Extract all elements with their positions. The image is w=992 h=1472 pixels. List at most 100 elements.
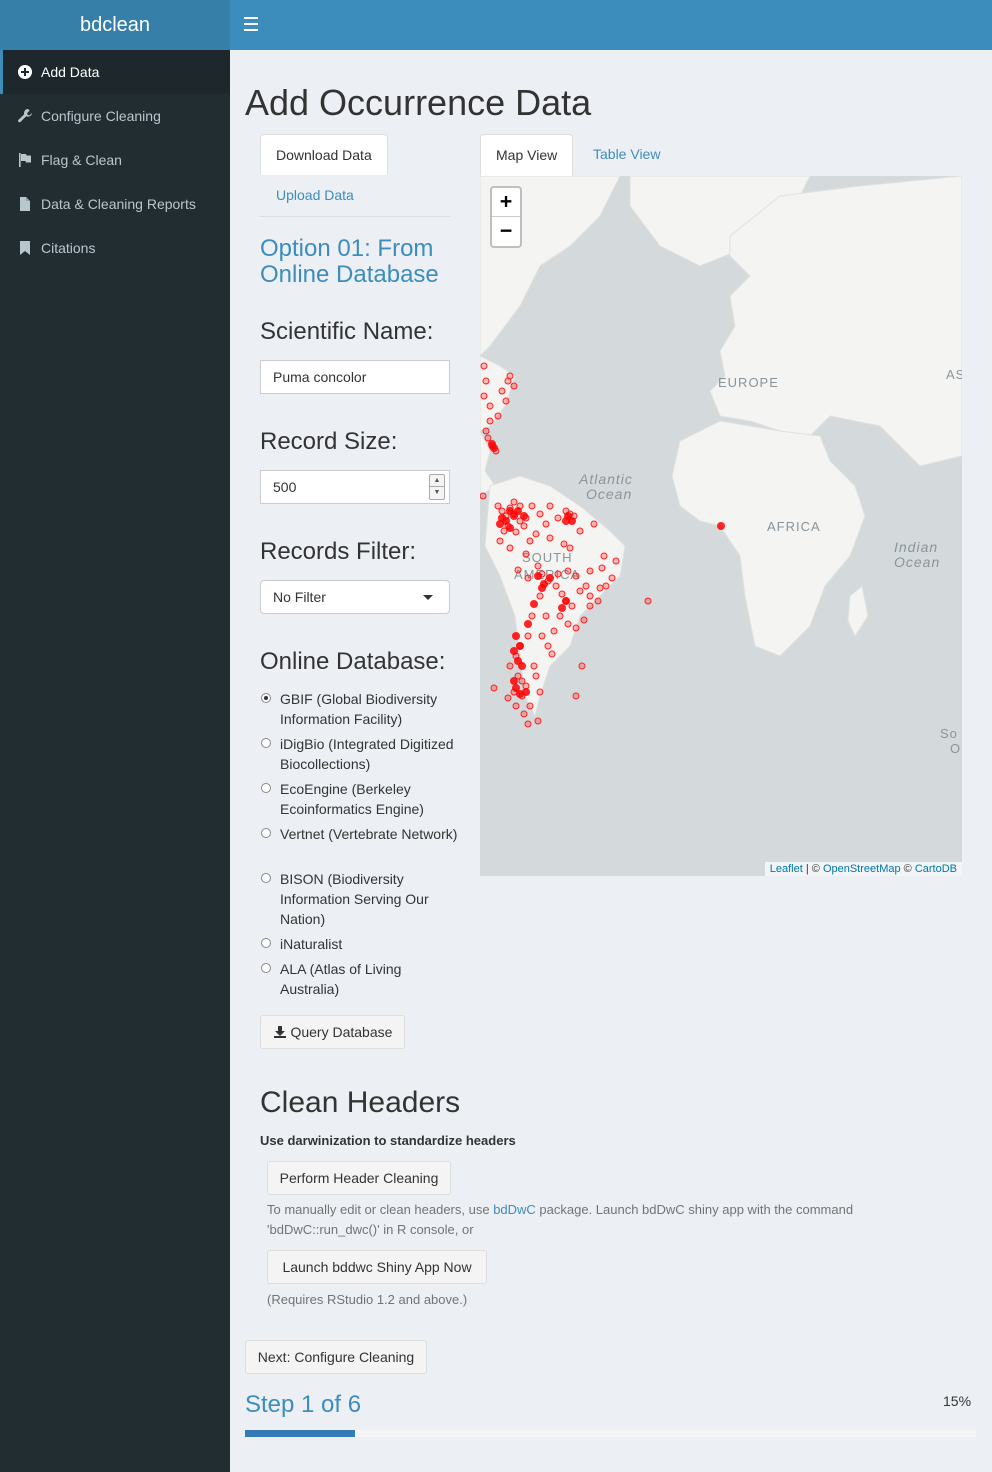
occurrence-marker[interactable] bbox=[506, 544, 514, 552]
occurrence-marker[interactable] bbox=[602, 582, 610, 590]
occurrence-marker[interactable] bbox=[546, 502, 554, 510]
occurrence-marker[interactable] bbox=[520, 710, 528, 718]
occurrence-marker[interactable] bbox=[538, 584, 546, 592]
occurrence-marker[interactable] bbox=[564, 567, 572, 575]
occurrence-marker[interactable] bbox=[510, 498, 518, 506]
sidebar-item-add-data[interactable]: Add Data bbox=[0, 50, 230, 94]
occurrence-marker[interactable] bbox=[532, 530, 540, 538]
record-size-input[interactable]: 500 ▲ ▼ bbox=[260, 470, 450, 504]
occurrence-marker[interactable] bbox=[532, 672, 540, 680]
occurrence-marker[interactable] bbox=[506, 372, 514, 380]
occurrence-marker[interactable] bbox=[538, 632, 546, 640]
occurrence-marker[interactable] bbox=[526, 702, 534, 710]
occurrence-marker[interactable] bbox=[500, 527, 508, 535]
occurrence-marker[interactable] bbox=[562, 517, 570, 525]
occurrence-marker[interactable] bbox=[596, 584, 604, 592]
sidebar-item-flag-clean[interactable]: Flag & Clean bbox=[0, 138, 230, 182]
occurrence-marker[interactable] bbox=[528, 502, 536, 510]
spin-up-icon[interactable]: ▲ bbox=[430, 475, 444, 487]
occurrence-marker[interactable] bbox=[534, 717, 542, 725]
occurrence-marker[interactable] bbox=[486, 402, 494, 410]
occurrence-marker[interactable] bbox=[522, 550, 530, 558]
occurrence-marker[interactable] bbox=[530, 600, 538, 608]
occurrence-marker[interactable] bbox=[572, 572, 580, 580]
occurrence-marker[interactable] bbox=[594, 597, 602, 605]
map-canvas[interactable]: EUROPE Atlantic Ocean AFRICA SOUTH AMERI… bbox=[480, 176, 962, 876]
occurrence-marker[interactable] bbox=[512, 702, 520, 710]
occurrence-marker[interactable] bbox=[510, 382, 518, 390]
radio-idigbio[interactable]: iDigBio (Integrated Digitized Biocollect… bbox=[260, 734, 460, 774]
occurrence-marker[interactable] bbox=[598, 564, 606, 572]
occurrence-marker[interactable] bbox=[534, 572, 542, 580]
occurrence-marker[interactable] bbox=[520, 512, 528, 520]
occurrence-marker[interactable] bbox=[528, 612, 536, 620]
radio-ecoengine[interactable]: EcoEngine (Berkeley Ecoinformatics Engin… bbox=[260, 779, 460, 819]
radio-gbif[interactable]: GBIF (Global Biodiversity Information Fa… bbox=[260, 689, 460, 729]
occurrence-marker[interactable] bbox=[562, 597, 570, 605]
launch-shiny-app-button[interactable]: Launch bddwc Shiny App Now bbox=[267, 1250, 487, 1284]
occurrence-marker[interactable] bbox=[546, 534, 554, 542]
occurrence-marker[interactable] bbox=[498, 514, 506, 522]
perform-header-cleaning-button[interactable]: Perform Header Cleaning bbox=[267, 1161, 451, 1195]
occurrence-marker[interactable] bbox=[482, 427, 490, 435]
occurrence-marker[interactable] bbox=[522, 688, 530, 696]
occurrence-marker[interactable] bbox=[572, 692, 580, 700]
occurrence-marker[interactable] bbox=[506, 662, 514, 670]
records-filter-select[interactable]: No Filter bbox=[260, 580, 450, 614]
openstreetmap-link[interactable]: OpenStreetMap bbox=[823, 863, 901, 875]
occurrence-marker[interactable] bbox=[542, 520, 550, 528]
occurrence-marker[interactable] bbox=[498, 387, 506, 395]
occurrence-marker[interactable] bbox=[578, 662, 586, 670]
occurrence-marker[interactable] bbox=[544, 642, 552, 650]
zoom-in-button[interactable]: + bbox=[492, 188, 520, 217]
spin-down-icon[interactable]: ▼ bbox=[430, 487, 444, 499]
radio-icon[interactable] bbox=[261, 828, 271, 838]
occurrence-marker[interactable] bbox=[560, 540, 568, 548]
occurrence-marker[interactable] bbox=[530, 662, 538, 670]
occurrence-marker[interactable] bbox=[600, 552, 608, 560]
occurrence-marker[interactable] bbox=[486, 417, 494, 425]
occurrence-marker[interactable] bbox=[542, 612, 550, 620]
leaflet-link[interactable]: Leaflet bbox=[770, 863, 803, 875]
occurrence-marker[interactable] bbox=[554, 514, 562, 522]
next-configure-cleaning-button[interactable]: Next: Configure Cleaning bbox=[245, 1340, 427, 1374]
occurrence-marker[interactable] bbox=[524, 574, 532, 582]
query-database-button[interactable]: Query Database bbox=[260, 1015, 405, 1049]
radio-icon[interactable] bbox=[261, 963, 271, 973]
occurrence-marker[interactable] bbox=[480, 392, 488, 400]
occurrence-marker[interactable] bbox=[566, 544, 574, 552]
occurrence-marker[interactable] bbox=[644, 597, 652, 605]
sidebar-item-reports[interactable]: Data & Cleaning Reports bbox=[0, 182, 230, 226]
occurrence-map[interactable]: EUROPE Atlantic Ocean AFRICA SOUTH AMERI… bbox=[480, 176, 962, 876]
number-spinner[interactable]: ▲ ▼ bbox=[429, 474, 445, 500]
occurrence-marker[interactable] bbox=[586, 602, 594, 610]
occurrence-marker[interactable] bbox=[590, 520, 598, 528]
occurrence-marker[interactable] bbox=[586, 567, 594, 575]
occurrence-marker[interactable] bbox=[580, 616, 588, 624]
scientific-name-input[interactable]: Puma concolor bbox=[260, 360, 450, 394]
occurrence-marker[interactable] bbox=[502, 397, 510, 405]
zoom-out-button[interactable]: − bbox=[492, 217, 520, 246]
occurrence-marker[interactable] bbox=[608, 574, 616, 582]
radio-vertnet[interactable]: Vertnet (Vertebrate Network) bbox=[260, 824, 460, 844]
sidebar-item-citations[interactable]: Citations bbox=[0, 226, 230, 270]
occurrence-marker[interactable] bbox=[496, 537, 504, 545]
tab-upload-data[interactable]: Upload Data bbox=[261, 175, 369, 216]
occurrence-marker[interactable] bbox=[512, 632, 520, 640]
occurrence-marker[interactable] bbox=[524, 720, 532, 728]
occurrence-marker[interactable] bbox=[482, 377, 490, 385]
occurrence-marker[interactable] bbox=[504, 694, 512, 702]
bddwc-link[interactable]: bdDwC bbox=[493, 1202, 536, 1217]
sidebar-item-configure-cleaning[interactable]: Configure Cleaning bbox=[0, 94, 230, 138]
tab-map-view[interactable]: Map View bbox=[480, 134, 574, 176]
occurrence-marker[interactable] bbox=[506, 524, 514, 532]
occurrence-marker[interactable] bbox=[536, 592, 544, 600]
occurrence-marker[interactable] bbox=[524, 620, 532, 628]
occurrence-marker[interactable] bbox=[554, 570, 562, 578]
occurrence-marker[interactable] bbox=[550, 627, 558, 635]
tab-download-data[interactable]: Download Data bbox=[260, 134, 388, 175]
occurrence-marker[interactable] bbox=[536, 688, 544, 696]
cartodb-link[interactable]: CartoDB bbox=[915, 863, 957, 875]
occurrence-marker[interactable] bbox=[484, 434, 492, 442]
radio-icon[interactable] bbox=[261, 783, 271, 793]
